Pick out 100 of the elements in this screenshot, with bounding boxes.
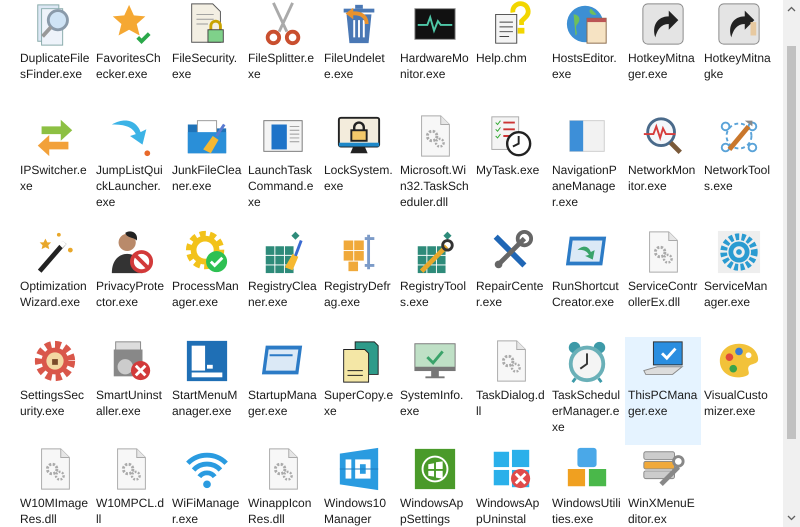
file-item[interactable]: NetworkTools.exe bbox=[701, 112, 777, 228]
file-item[interactable]: DuplicateFilesFinder.exe bbox=[17, 0, 93, 112]
file-item[interactable]: WinXMenuEditor.ex bbox=[625, 445, 701, 527]
file-item[interactable]: ServiceControllerEx.dll bbox=[625, 228, 701, 337]
file-item[interactable]: HostsEditor.exe bbox=[549, 0, 625, 112]
file-name: FileSecurity.exe bbox=[172, 50, 238, 82]
file-item[interactable]: WindowsUtilities.exe bbox=[549, 445, 625, 527]
file-item[interactable]: HardwareMonitor.exe bbox=[397, 0, 473, 112]
file-name: NetworkTools.exe bbox=[704, 162, 772, 194]
file-name: TaskDialog.dll bbox=[476, 387, 546, 419]
start-menu-icon bbox=[184, 338, 230, 384]
file-name: ProcessManager.exe bbox=[172, 278, 240, 310]
file-name: TaskSchedulerManager.exe bbox=[552, 387, 622, 435]
file-item[interactable]: W10MImageRes.dll bbox=[17, 445, 93, 527]
file-name: WinXMenuEditor.ex bbox=[628, 495, 696, 527]
file-item[interactable]: SuperCopy.exe bbox=[321, 337, 397, 445]
file-name: W10MPCL.dll bbox=[96, 495, 166, 527]
file-name: WinappIconRes.dll bbox=[248, 495, 312, 527]
file-item[interactable]: FavoritesChecker.exe bbox=[93, 0, 169, 112]
file-name: WiFiManager.exe bbox=[172, 495, 240, 527]
file-item[interactable]: VisualCustomizer.exe bbox=[701, 337, 777, 445]
file-item[interactable]: Windows10Manager bbox=[321, 445, 397, 527]
file-item[interactable]: WindowsAppUninstal bbox=[473, 445, 549, 527]
file-name: WindowsAppUninstal bbox=[476, 495, 540, 527]
file-item[interactable]: RunShortcutCreator.exe bbox=[549, 228, 625, 337]
file-name: WindowsAppSettings bbox=[400, 495, 464, 527]
file-item[interactable]: JunkFileCleaner.exe bbox=[169, 112, 245, 228]
file-item[interactable]: StartMenuManager.exe bbox=[169, 337, 245, 445]
scrollbar[interactable] bbox=[783, 0, 800, 527]
windows-logo-icon bbox=[412, 446, 458, 492]
file-name: StartMenuManager.exe bbox=[172, 387, 238, 419]
file-item[interactable]: LaunchTaskCommand.exe bbox=[245, 112, 321, 228]
file-name: ServiceControllerEx.dll bbox=[628, 278, 698, 310]
file-name: HostsEditor.exe bbox=[552, 50, 618, 82]
file-item[interactable]: NetworkMonitor.exe bbox=[625, 112, 701, 228]
file-item[interactable]: W10MPCL.dll bbox=[93, 445, 169, 527]
file-name: HotkeyMitnager.exe bbox=[628, 50, 696, 82]
file-name: Help.chm bbox=[476, 50, 528, 66]
file-name: NetworkMonitor.exe bbox=[628, 162, 696, 194]
file-name: IPSwitcher.exe bbox=[20, 162, 88, 194]
file-item[interactable]: SystemInfo.exe bbox=[397, 337, 473, 445]
file-name: Microsoft.Win32.TaskScheduler.dll bbox=[400, 162, 470, 210]
file-item[interactable]: RegistryTools.exe bbox=[397, 228, 473, 337]
file-item[interactable]: OptimizationWizard.exe bbox=[17, 228, 93, 337]
file-name: W10MImageRes.dll bbox=[20, 495, 90, 527]
file-name: NavigationPaneManager.exe bbox=[552, 162, 618, 210]
file-name: LaunchTaskCommand.exe bbox=[248, 162, 314, 210]
file-item[interactable]: FileSplitter.exe bbox=[245, 0, 321, 112]
file-item[interactable]: PrivacyProtector.exe bbox=[93, 228, 169, 337]
file-item[interactable]: RegistryCleaner.exe bbox=[245, 228, 321, 337]
file-item[interactable]: IPSwitcher.exe bbox=[17, 112, 93, 228]
file-item[interactable]: WiFiManager.exe bbox=[169, 445, 245, 527]
file-name: RegistryCleaner.exe bbox=[248, 278, 318, 310]
file-name: PrivacyProtector.exe bbox=[96, 278, 166, 310]
file-item[interactable]: HotkeyMitnagke bbox=[701, 0, 777, 112]
scrollbar-thumb[interactable] bbox=[787, 46, 796, 439]
file-item[interactable]: SmartUninstaller.exe bbox=[93, 337, 169, 445]
file-name: FileUndelete.exe bbox=[324, 50, 386, 82]
file-name: MyTask.exe bbox=[476, 162, 540, 178]
file-item[interactable]: TaskDialog.dll bbox=[473, 337, 549, 445]
file-name: FavoritesChecker.exe bbox=[96, 50, 162, 82]
file-name: ServiceManager.exe bbox=[704, 278, 768, 310]
file-name: RunShortcutCreator.exe bbox=[552, 278, 620, 310]
file-name: RegistryDefrag.exe bbox=[324, 278, 392, 310]
file-name: Windows10Manager bbox=[324, 495, 388, 527]
file-name: OptimizationWizard.exe bbox=[20, 278, 88, 310]
file-name: RepairCenter.exe bbox=[476, 278, 544, 310]
gear-icon bbox=[716, 229, 762, 275]
file-item[interactable]: Microsoft.Win32.TaskScheduler.dll bbox=[397, 112, 473, 228]
file-name: SuperCopy.exe bbox=[324, 387, 394, 419]
file-item[interactable]: ProcessManager.exe bbox=[169, 228, 245, 337]
file-item[interactable]: JumpListQuickLauncher.exe bbox=[93, 112, 169, 228]
file-item[interactable]: ThisPCManager.exe bbox=[625, 337, 701, 445]
file-name: JunkFileCleaner.exe bbox=[172, 162, 242, 194]
file-name: SmartUninstaller.exe bbox=[96, 387, 164, 419]
file-name: SettingsSecurity.exe bbox=[20, 387, 86, 419]
file-item[interactable]: MyTask.exe bbox=[473, 112, 549, 228]
file-item[interactable]: WinappIconRes.dll bbox=[245, 445, 321, 527]
file-name: JumpListQuickLauncher.exe bbox=[96, 162, 164, 210]
file-item[interactable]: StartupManager.exe bbox=[245, 337, 321, 445]
file-item[interactable]: RepairCenter.exe bbox=[473, 228, 549, 337]
file-item[interactable]: FileSecurity.exe bbox=[169, 0, 245, 112]
file-item[interactable]: ServiceManager.exe bbox=[701, 228, 777, 337]
file-name: ThisPCManager.exe bbox=[628, 387, 698, 419]
file-item[interactable]: HotkeyMitnager.exe bbox=[625, 0, 701, 112]
gear-check-icon bbox=[184, 229, 230, 275]
file-item[interactable]: NavigationPaneManager.exe bbox=[549, 112, 625, 228]
file-item[interactable]: RegistryDefrag.exe bbox=[321, 228, 397, 337]
file-item[interactable]: Help.chm bbox=[473, 0, 549, 112]
file-name: FileSplitter.exe bbox=[248, 50, 316, 82]
file-name: RegistryTools.exe bbox=[400, 278, 468, 310]
gear-lock-icon bbox=[32, 338, 78, 384]
file-name: HardwareMonitor.exe bbox=[400, 50, 470, 82]
file-item[interactable]: TaskSchedulerManager.exe bbox=[549, 337, 625, 445]
file-item[interactable]: SettingsSecurity.exe bbox=[17, 337, 93, 445]
file-item[interactable]: WindowsAppSettings bbox=[397, 445, 473, 527]
file-item[interactable]: FileUndelete.exe bbox=[321, 0, 397, 112]
file-item[interactable]: LockSystem.exe bbox=[321, 112, 397, 228]
file-name: VisualCustomizer.exe bbox=[704, 387, 769, 419]
file-name: WindowsUtilities.exe bbox=[552, 495, 622, 527]
